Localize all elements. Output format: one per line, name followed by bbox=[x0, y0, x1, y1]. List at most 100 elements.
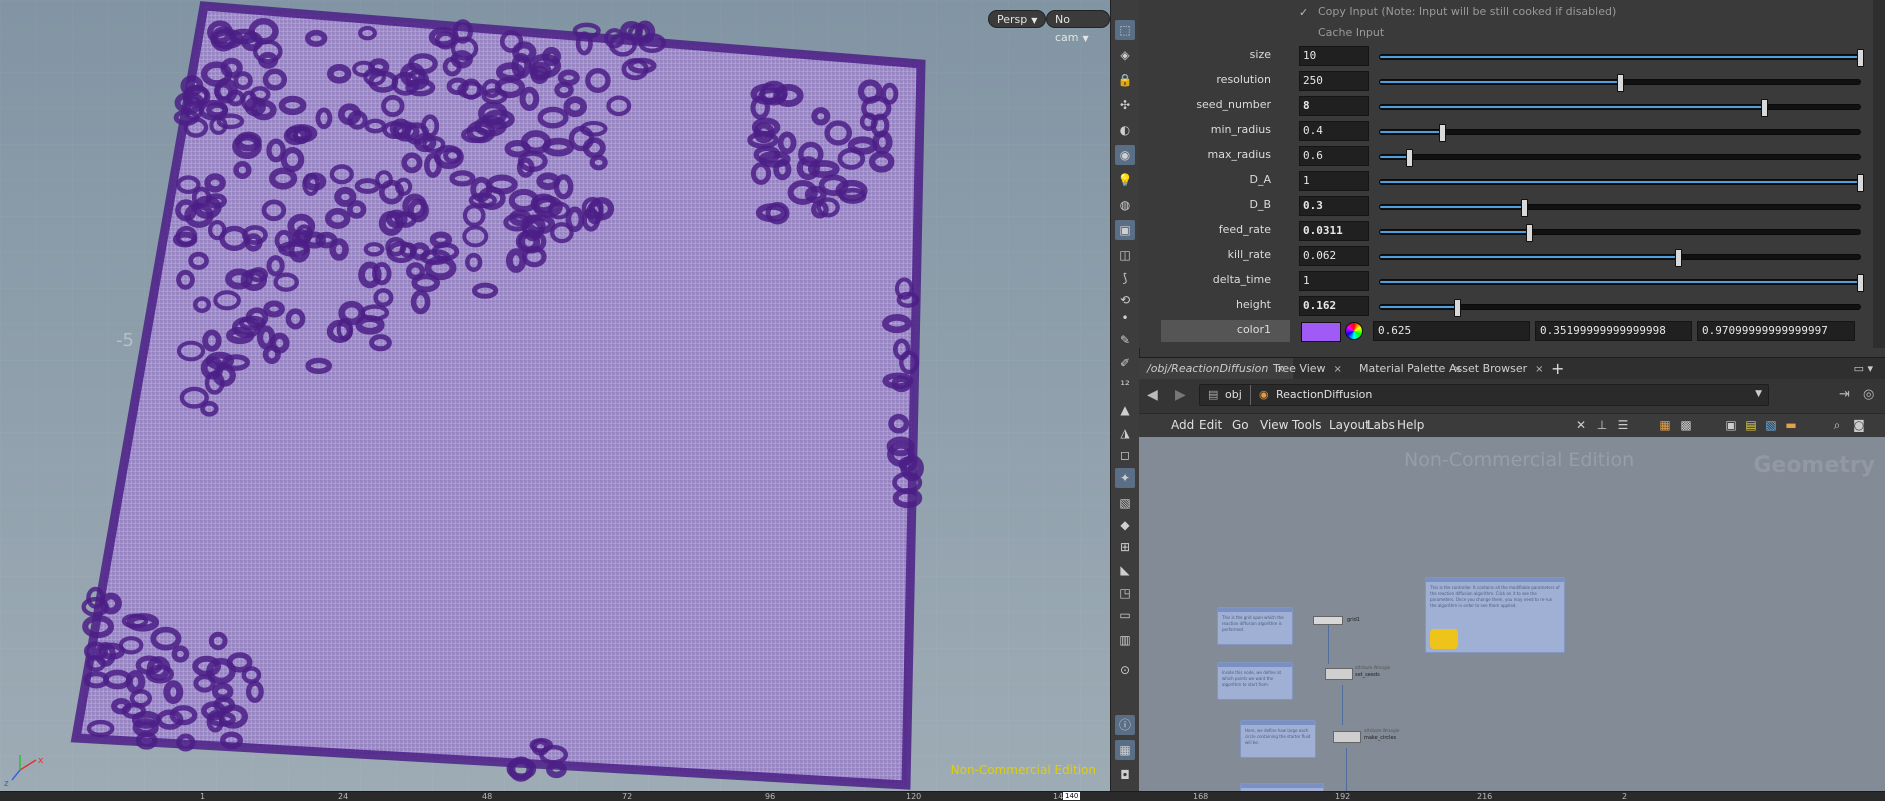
forward-arrow-icon[interactable]: ▶ bbox=[1175, 387, 1186, 403]
camera-icon[interactable]: ▣ bbox=[1115, 220, 1135, 240]
view-icon[interactable]: ◈ bbox=[1115, 45, 1135, 65]
pane-menu-icon[interactable]: ▭ ▾ bbox=[1854, 362, 1873, 375]
sticky-note-partial[interactable] bbox=[1240, 783, 1324, 791]
color-g-field[interactable]: 0.35199999999999998 bbox=[1535, 321, 1692, 341]
param-slider[interactable] bbox=[1379, 74, 1861, 92]
slider-handle[interactable] bbox=[1525, 224, 1533, 242]
select-icon[interactable]: ⬚ bbox=[1115, 20, 1135, 40]
chevron-down-icon[interactable]: ▼ bbox=[1755, 389, 1762, 399]
controller-node-icon[interactable] bbox=[1430, 629, 1458, 649]
param-value-field[interactable]: 0.6 bbox=[1299, 146, 1369, 166]
measure-icon[interactable]: ◻ bbox=[1115, 445, 1135, 465]
edge-icon[interactable]: ◣ bbox=[1115, 560, 1135, 580]
param-slider[interactable] bbox=[1379, 299, 1861, 317]
param-value-field[interactable]: 0.162 bbox=[1299, 296, 1369, 316]
number-icon[interactable]: ¹² bbox=[1115, 375, 1135, 395]
tab-tree-view[interactable]: Tree View × bbox=[1265, 358, 1350, 380]
pin-icon[interactable]: ⊙ bbox=[1115, 660, 1135, 680]
breadcrumb-node[interactable]: ReactionDiffusion bbox=[1276, 388, 1372, 401]
persp-menu-button[interactable]: Persp ▼ bbox=[988, 10, 1047, 28]
network-editor[interactable]: Non-Commercial Edition Geometry This is … bbox=[1139, 437, 1885, 791]
light-icon[interactable]: 💡 bbox=[1115, 170, 1135, 190]
viewport-canvas[interactable]: xz bbox=[0, 0, 1110, 791]
menu-labs[interactable]: Labs bbox=[1367, 418, 1395, 432]
ruler-icon[interactable]: ▭ bbox=[1115, 605, 1135, 625]
uv-icon[interactable]: ⊞ bbox=[1115, 537, 1135, 557]
grid-view-icon[interactable]: ▦ bbox=[1657, 417, 1673, 433]
slider-handle[interactable] bbox=[1674, 249, 1682, 267]
paint-icon[interactable]: ◮ bbox=[1115, 423, 1135, 443]
wire-icon[interactable]: ◳ bbox=[1115, 583, 1135, 603]
param-slider[interactable] bbox=[1379, 199, 1861, 217]
grid-icon[interactable]: ◫ bbox=[1115, 245, 1135, 265]
eye-icon[interactable]: ◍ bbox=[1115, 195, 1135, 215]
render-icon[interactable]: ▥ bbox=[1115, 630, 1135, 650]
point-icon[interactable]: • bbox=[1115, 308, 1135, 328]
sculpt-icon[interactable]: ▲ bbox=[1115, 400, 1135, 420]
node-make-circles[interactable] bbox=[1333, 731, 1361, 743]
pen-icon[interactable]: ✐ bbox=[1115, 353, 1135, 373]
slider-handle[interactable] bbox=[1857, 274, 1864, 292]
pose-icon[interactable]: ✣ bbox=[1115, 95, 1135, 115]
sticky-note-controller[interactable]: This is the controller. It contains all … bbox=[1425, 577, 1565, 653]
param-slider[interactable] bbox=[1379, 149, 1861, 167]
param-value-field[interactable]: 1 bbox=[1299, 171, 1369, 191]
search-icon[interactable]: ⌕ bbox=[1829, 417, 1845, 433]
color-wheel-icon[interactable] bbox=[1345, 322, 1363, 340]
add-tab-icon[interactable]: + bbox=[1551, 359, 1564, 378]
cache-input-toggle[interactable]: Cache Input bbox=[1299, 26, 1384, 39]
twist-icon[interactable]: ⟲ bbox=[1115, 290, 1135, 310]
color-swatch[interactable] bbox=[1301, 322, 1341, 342]
param-value-field[interactable]: 0.4 bbox=[1299, 121, 1369, 141]
slider-handle[interactable] bbox=[1521, 199, 1528, 217]
link-icon[interactable]: ◎ bbox=[1863, 387, 1874, 402]
param-slider[interactable] bbox=[1379, 174, 1864, 192]
back-arrow-icon[interactable]: ◀ bbox=[1147, 387, 1158, 403]
node-grid1[interactable] bbox=[1313, 616, 1343, 625]
param-value-field[interactable]: 0.0311 bbox=[1299, 221, 1369, 241]
current-frame-indicator[interactable]: 140 bbox=[1063, 792, 1081, 800]
slider-handle[interactable] bbox=[1857, 174, 1864, 192]
slider-handle[interactable] bbox=[1761, 99, 1768, 117]
bend-icon[interactable]: ⟆ bbox=[1115, 268, 1135, 288]
param-slider[interactable] bbox=[1379, 124, 1861, 142]
param-value-field[interactable]: 1 bbox=[1299, 271, 1369, 291]
slider-handle[interactable] bbox=[1439, 124, 1447, 142]
close-icon[interactable]: × bbox=[1334, 364, 1342, 375]
param-slider[interactable] bbox=[1379, 249, 1861, 267]
menu-add[interactable]: Add bbox=[1171, 418, 1194, 432]
slider-handle[interactable] bbox=[1453, 299, 1461, 317]
sticky-note-icon[interactable]: ▤ bbox=[1743, 417, 1759, 433]
network-box-icon[interactable]: ▣ bbox=[1723, 417, 1739, 433]
layout-icon[interactable]: ▦ bbox=[1115, 740, 1135, 760]
param-value-field[interactable]: 0.062 bbox=[1299, 246, 1369, 266]
camera-menu-button[interactable]: No cam ▼ bbox=[1046, 10, 1110, 44]
node-set-seeds[interactable] bbox=[1325, 668, 1353, 680]
copy-input-toggle[interactable]: ✓ Copy Input (Note: Input will be still c… bbox=[1299, 5, 1616, 18]
snap-icon[interactable]: ◉ bbox=[1115, 145, 1135, 165]
param-value-field[interactable]: 250 bbox=[1299, 71, 1369, 91]
tree-icon[interactable]: ⊥ bbox=[1594, 417, 1610, 433]
pin-icon[interactable]: ⇥ bbox=[1839, 387, 1850, 402]
list-icon[interactable]: ☰ bbox=[1615, 417, 1631, 433]
param-slider[interactable] bbox=[1379, 49, 1864, 67]
param-slider[interactable] bbox=[1379, 274, 1864, 292]
table-view-icon[interactable]: ▩ bbox=[1678, 417, 1694, 433]
param-slider[interactable] bbox=[1379, 224, 1861, 242]
checker-icon[interactable]: ▧ bbox=[1115, 493, 1135, 513]
menu-help[interactable]: Help bbox=[1397, 418, 1424, 432]
tab-asset-browser[interactable]: Asset Browser × bbox=[1441, 358, 1552, 380]
bucket-icon[interactable]: ◆ bbox=[1115, 515, 1135, 535]
color-r-field[interactable]: 0.625 bbox=[1373, 321, 1530, 341]
param-value-field[interactable]: 8 bbox=[1299, 96, 1369, 116]
color-b-field[interactable]: 0.97099999999999997 bbox=[1697, 321, 1855, 341]
param-slider[interactable] bbox=[1379, 99, 1861, 117]
brush-icon[interactable]: ✎ bbox=[1115, 330, 1135, 350]
lock-icon[interactable]: 🔒 bbox=[1115, 70, 1135, 90]
params-scrollbar[interactable] bbox=[1873, 0, 1885, 348]
menu-edit[interactable]: Edit bbox=[1199, 418, 1222, 432]
image-icon[interactable]: ▧ bbox=[1763, 417, 1779, 433]
slider-handle[interactable] bbox=[1405, 149, 1413, 167]
wrench-icon[interactable]: ✕ bbox=[1573, 417, 1589, 433]
close-icon[interactable]: × bbox=[1535, 364, 1543, 375]
